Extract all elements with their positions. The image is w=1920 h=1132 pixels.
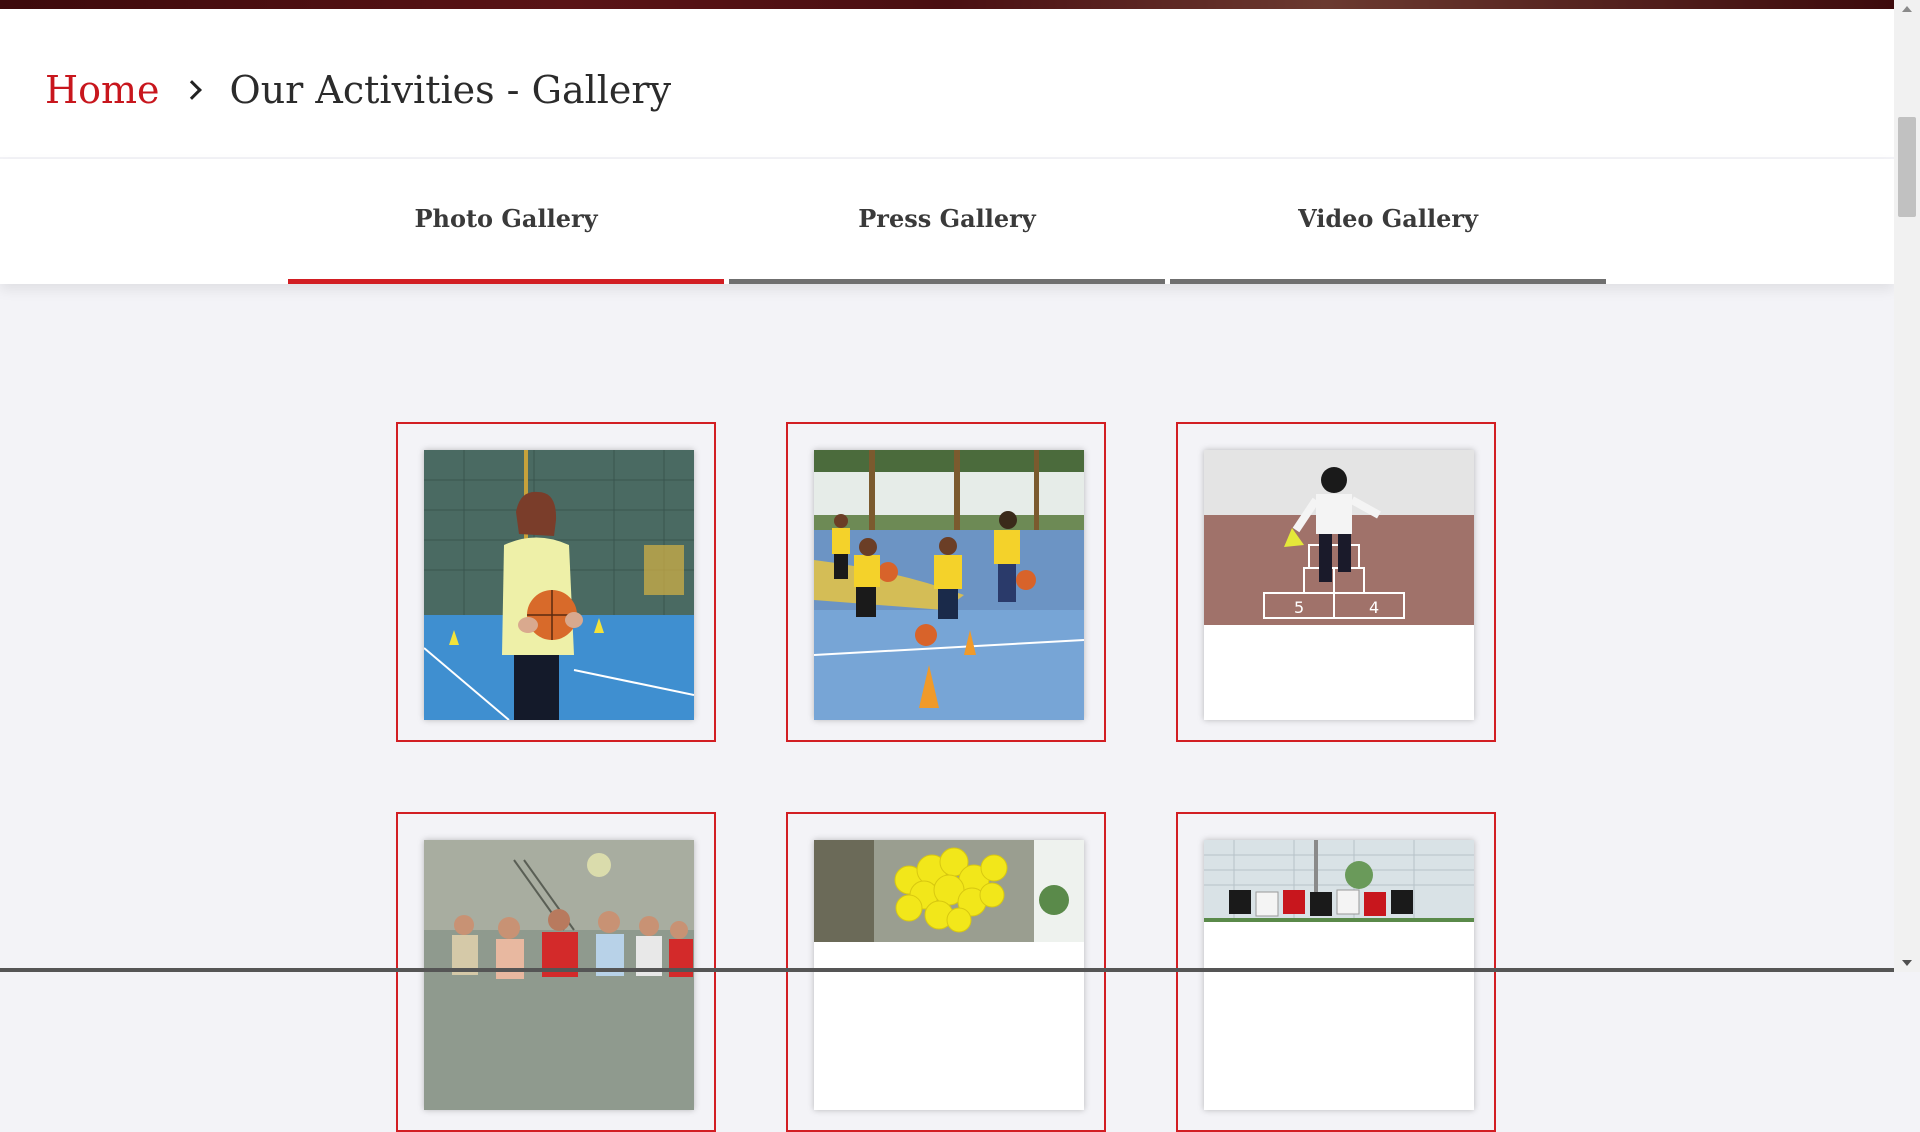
gallery-photo: [424, 450, 694, 720]
gallery-item[interactable]: [786, 812, 1106, 1132]
tab-photo-gallery[interactable]: Photo Gallery: [288, 159, 724, 284]
breadcrumb-home-link[interactable]: Home: [45, 65, 160, 115]
header-banner-strip: [0, 0, 1894, 9]
breadcrumb: Home Our Activities - Gallery: [45, 65, 671, 115]
gallery-photo: [424, 840, 694, 1110]
gallery-item[interactable]: [396, 422, 716, 742]
gallery-item[interactable]: [1176, 812, 1496, 1132]
chevron-right-icon: [182, 77, 208, 103]
gallery-item[interactable]: [396, 812, 716, 1132]
scrollbar-thumb[interactable]: [1898, 117, 1916, 217]
scroll-down-arrow-icon[interactable]: [1902, 960, 1912, 966]
tab-video-gallery[interactable]: Video Gallery: [1170, 159, 1606, 284]
tab-indicator: [288, 279, 724, 284]
gallery-item[interactable]: 5 4: [1176, 422, 1496, 742]
gallery-photo: [814, 840, 1084, 1110]
svg-text:5: 5: [1294, 598, 1304, 617]
tab-indicator: [729, 279, 1165, 284]
tab-press-gallery[interactable]: Press Gallery: [729, 159, 1165, 284]
scroll-up-arrow-icon[interactable]: [1902, 6, 1912, 12]
gallery-photo: [814, 450, 1084, 720]
tab-indicator: [1170, 279, 1606, 284]
tab-label: Video Gallery: [1298, 204, 1478, 233]
tab-label: Photo Gallery: [414, 204, 598, 233]
vertical-scrollbar[interactable]: [1894, 0, 1920, 972]
gallery-tabs: Photo Gallery Press Gallery Video Galler…: [0, 159, 1894, 284]
breadcrumb-current: Our Activities - Gallery: [229, 68, 672, 112]
gallery-item[interactable]: [786, 422, 1106, 742]
gallery-photo: [1204, 840, 1474, 1110]
tab-label: Press Gallery: [858, 204, 1036, 233]
breadcrumb-bar: Home Our Activities - Gallery: [0, 9, 1894, 157]
svg-text:4: 4: [1369, 598, 1379, 617]
gallery-photo: 5 4: [1204, 450, 1474, 720]
window-bottom-edge: [0, 968, 1894, 972]
